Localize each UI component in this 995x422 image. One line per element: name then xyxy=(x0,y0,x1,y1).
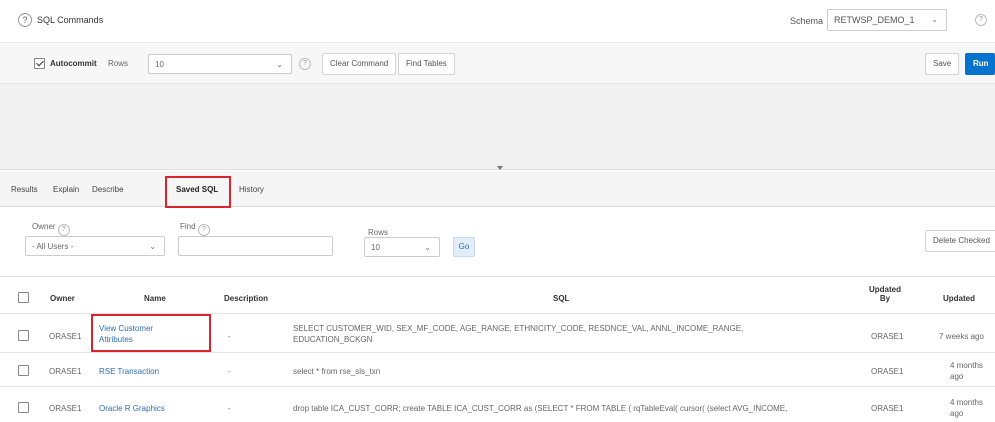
rows-select[interactable]: 10 ⌄ xyxy=(148,54,292,74)
row-updated-by: ORASE1 xyxy=(871,332,904,341)
go-button[interactable]: Go xyxy=(453,237,475,257)
result-tabs: Results Explain Describe Saved SQL Histo… xyxy=(0,171,995,207)
row-sql: drop table ICA_CUST_CORR; create TABLE I… xyxy=(293,404,788,413)
filter-rows-select[interactable]: 10 ⌄ xyxy=(364,237,440,257)
find-label: Find ? xyxy=(180,222,210,236)
schema-value: RETWSP_DEMO_1 xyxy=(834,15,915,25)
row-checkbox[interactable] xyxy=(18,330,29,341)
save-button[interactable]: Save xyxy=(925,53,960,75)
rows-help-icon[interactable]: ? xyxy=(299,58,311,70)
chevron-down-icon: ⌄ xyxy=(424,243,431,252)
row-updated: 4 months ago xyxy=(950,398,983,418)
col-name[interactable]: Name xyxy=(144,294,166,303)
top-bar: ? SQL Commands Schema RETWSP_DEMO_1 ⌄ ? xyxy=(0,0,995,43)
row-owner: ORASE1 xyxy=(49,367,82,376)
schema-help-icon[interactable]: ? xyxy=(975,14,987,26)
saved-sql-highlight xyxy=(165,176,231,208)
resize-handle-icon[interactable] xyxy=(497,166,503,170)
owner-value: - All Users - xyxy=(32,242,74,251)
autocommit-label: Autocommit xyxy=(50,59,97,68)
row-name-link[interactable]: RSE Transaction xyxy=(99,366,159,377)
chevron-down-icon: ⌄ xyxy=(149,242,156,251)
rows-value: 10 xyxy=(155,60,164,69)
chevron-down-icon: ⌄ xyxy=(276,60,283,69)
row-checkbox[interactable] xyxy=(18,402,29,413)
row-divider xyxy=(0,352,995,353)
row-updated-by: ORASE1 xyxy=(871,404,904,413)
row-owner: ORASE1 xyxy=(49,404,82,413)
select-all-checkbox[interactable] xyxy=(18,292,29,303)
col-updated[interactable]: Updated xyxy=(943,294,975,303)
row-sql: SELECT CUSTOMER_WID, SEX_MF_CODE, AGE_RA… xyxy=(293,324,744,344)
col-sql[interactable]: SQL xyxy=(553,294,569,303)
autocommit-checkbox[interactable] xyxy=(34,58,45,69)
row-description: - xyxy=(228,332,231,341)
filter-rows-value: 10 xyxy=(371,243,380,252)
schema-select[interactable]: RETWSP_DEMO_1 ⌄ xyxy=(827,9,947,31)
row-updated: 7 weeks ago xyxy=(939,332,984,341)
sql-editor[interactable] xyxy=(0,84,995,170)
row-sql: select * from rse_sls_txn xyxy=(293,367,381,376)
command-toolbar: Autocommit Rows 10 ⌄ ? Clear Command Fin… xyxy=(0,44,995,84)
row-owner: ORASE1 xyxy=(49,332,82,341)
delete-checked-button[interactable]: Delete Checked xyxy=(925,230,995,252)
row-description: - xyxy=(228,367,231,376)
name-highlight xyxy=(91,314,211,352)
filter-rows-label: Rows xyxy=(368,228,389,237)
chevron-down-icon: ⌄ xyxy=(931,15,938,24)
row-name-link[interactable]: Oracle R Graphics xyxy=(99,403,165,414)
tab-results[interactable]: Results xyxy=(11,185,38,194)
find-tables-button[interactable]: Find Tables xyxy=(398,53,455,75)
col-updated-by[interactable]: Updated By xyxy=(868,285,902,303)
row-description: - xyxy=(228,404,231,413)
run-button[interactable]: Run xyxy=(965,53,995,75)
owner-label: Owner ? xyxy=(32,222,70,236)
row-updated: 4 months ago xyxy=(950,361,983,381)
tab-explain[interactable]: Explain xyxy=(53,185,79,194)
row-updated-by: ORASE1 xyxy=(871,367,904,376)
rows-label: Rows xyxy=(108,59,129,68)
find-help-icon[interactable]: ? xyxy=(197,224,210,236)
tab-history[interactable]: History xyxy=(239,185,264,194)
find-input[interactable] xyxy=(178,236,333,256)
page-title: SQL Commands xyxy=(37,15,104,25)
col-description[interactable]: Description xyxy=(224,294,268,303)
help-circle-icon[interactable]: ? xyxy=(18,13,32,27)
owner-help-icon[interactable]: ? xyxy=(57,224,70,236)
tab-describe[interactable]: Describe xyxy=(92,185,124,194)
clear-command-button[interactable]: Clear Command xyxy=(322,53,397,75)
schema-label: Schema xyxy=(790,16,824,26)
row-checkbox[interactable] xyxy=(18,365,29,376)
table-top-border xyxy=(0,276,995,277)
owner-select[interactable]: - All Users - ⌄ xyxy=(25,236,165,256)
row-divider xyxy=(0,386,995,387)
col-owner[interactable]: Owner xyxy=(50,294,75,303)
